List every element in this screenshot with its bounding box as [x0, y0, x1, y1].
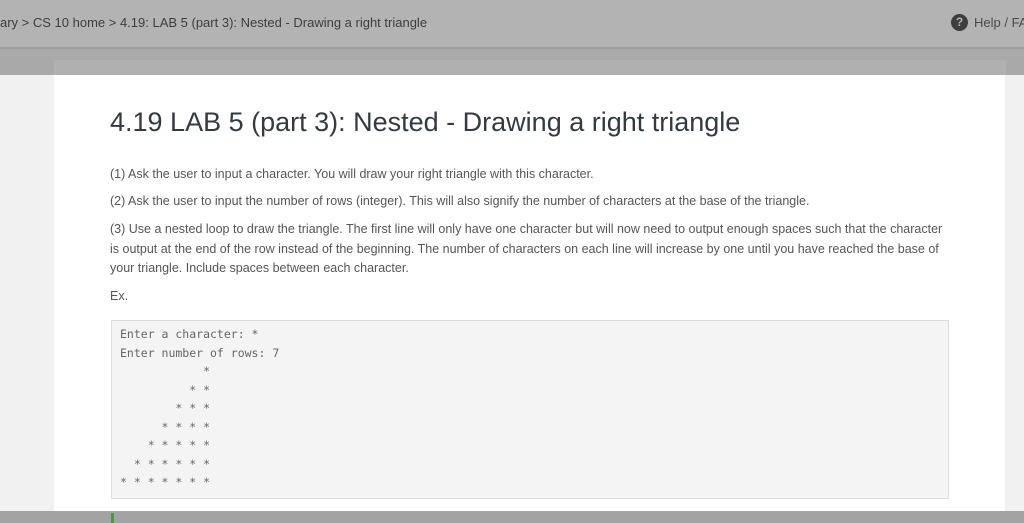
top-bar: ary > CS 10 home > 4.19: LAB 5 (part 3):… — [0, 0, 1024, 49]
instruction-1: (1) Ask the user to input a character. Y… — [110, 167, 594, 181]
breadcrumb[interactable]: ary > CS 10 home > 4.19: LAB 5 (part 3):… — [0, 15, 427, 30]
page-title: 4.19 LAB 5 (part 3): Nested - Drawing a … — [110, 107, 741, 137]
example-label: Ex. — [110, 289, 129, 303]
help-link[interactable]: ? Help / FA — [951, 14, 1024, 31]
instruction-2: (2) Ask the user to input the number of … — [110, 194, 810, 208]
help-label: Help / FA — [974, 15, 1024, 30]
help-icon: ? — [951, 14, 968, 31]
bottom-bar — [0, 511, 1024, 523]
example-output: Enter a character: * Enter number of row… — [111, 320, 949, 499]
progress-marker — [111, 513, 114, 523]
instruction-3: (3) Use a nested loop to draw the triang… — [110, 222, 943, 275]
card-header — [54, 60, 1006, 75]
content-card: 4.19 LAB 5 (part 3): Nested - Drawing a … — [54, 75, 1005, 511]
